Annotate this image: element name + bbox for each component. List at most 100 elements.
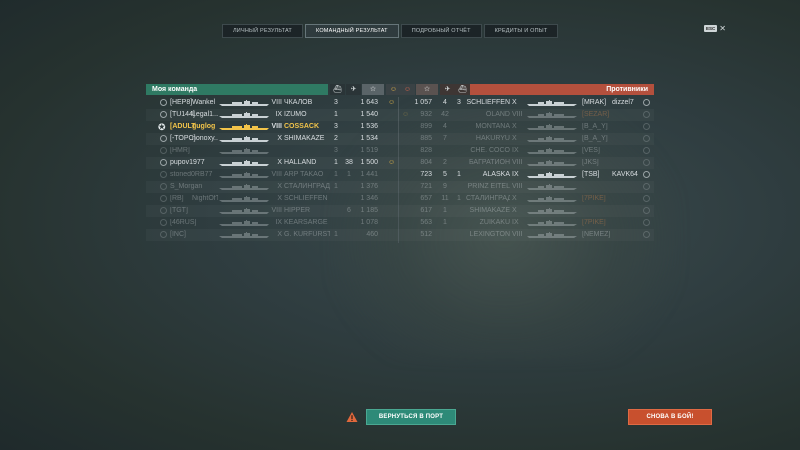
ship-silhouette-icon xyxy=(218,136,270,142)
ship-silhouette-icon xyxy=(218,124,270,130)
ship-name: HIPPER xyxy=(284,207,311,214)
table-row[interactable]: S_Morgan X СТАЛИНГРАД 1 1 376 721 9 PRINZ EITEL… xyxy=(146,181,654,193)
ship-tier: VIII xyxy=(271,123,282,130)
my-team-player[interactable]: [HEP8] Wankel VIII ЧКАЛОВ 3 1 643 ☺ xyxy=(146,97,398,109)
warning-icon xyxy=(346,412,358,422)
ships-destroyed: 1 xyxy=(334,231,338,238)
table-row[interactable]: [HEP8] Wankel VIII ЧКАЛОВ 3 1 643 ☺ 1 057 4 3 SCHL… xyxy=(146,97,654,109)
enemy-player[interactable]: 804 2 БАГРАТИОН VIII [JKS] xyxy=(400,157,654,169)
base-xp: 1 441 xyxy=(360,171,378,178)
table-row[interactable]: [TGT] VIII HIPPER 6 1 185 617 1 SHIMAKAZE X xyxy=(146,205,654,217)
base-xp: 899 xyxy=(420,123,432,130)
clan-tag: [NEMEZ] xyxy=(582,231,611,238)
clan-tag: [INC] xyxy=(170,231,186,238)
ship-tier: X xyxy=(277,231,282,238)
player-name: S_Morgan xyxy=(170,183,203,190)
close-button[interactable]: ESC ✕ xyxy=(704,24,726,33)
ship-tier: X xyxy=(512,135,517,142)
base-xp: 1 185 xyxy=(360,207,378,214)
ship-silhouette-icon xyxy=(218,208,270,214)
my-team-player[interactable]: S_Morgan X СТАЛИНГРАД 1 1 376 xyxy=(146,181,398,193)
ships-destroyed: 4 xyxy=(443,123,447,130)
rank-badge-icon xyxy=(160,183,167,190)
rank-badge-icon xyxy=(160,147,167,154)
rank-badge-icon xyxy=(643,135,650,142)
my-team-player[interactable]: [-TOPC] nonoxy... X SHIMAKAZE 2 1 534 xyxy=(146,133,398,145)
ships-destroyed: 1 xyxy=(334,111,338,118)
enemy-player[interactable]: 512 LEXINGTON VIII [NEMEZ] xyxy=(400,229,654,241)
my-team-header: Моя команда xyxy=(146,84,328,95)
enemy-player[interactable]: 617 1 SHIMAKAZE X xyxy=(400,205,654,217)
my-team-player[interactable]: ✪ [ADULT] guglog VIII COSSACK 3 1 536 xyxy=(146,121,398,133)
base-xp: 657 xyxy=(420,195,432,202)
ships-destroyed: 1 xyxy=(443,207,447,214)
ship-silhouette-icon xyxy=(218,112,270,118)
base-xp-star-icon: ☆ xyxy=(362,84,384,95)
enemy-player[interactable]: 899 4 MONTANA X [B_A_Y] xyxy=(400,121,654,133)
table-row[interactable]: [-TOPC] nonoxy... X SHIMAKAZE 2 1 534 885 7 HAKU… xyxy=(146,133,654,145)
ship-silhouette-icon xyxy=(526,136,578,142)
tab-credits-xp[interactable]: КРЕДИТЫ И ОПЫТ xyxy=(483,24,559,38)
table-row[interactable]: pupov1977 X HALLAND 1 38 1 500 ☺ 804 2 БАГРАТИОН V… xyxy=(146,157,654,169)
rank-badge-icon xyxy=(160,135,167,142)
enemy-player[interactable]: 828 CHE. COCO IX [VES] xyxy=(400,145,654,157)
ship-name: G. KURFÜRST xyxy=(284,231,330,238)
ships-destroyed: 11 xyxy=(441,195,449,202)
ship-silhouette-icon xyxy=(526,208,578,214)
ships-destroyed: 1 xyxy=(334,183,338,190)
back-to-port-button[interactable]: ВЕРНУТЬСЯ В ПОРТ xyxy=(366,409,456,425)
table-row[interactable]: ✪ [ADULT] guglog VIII COSSACK 3 1 536 899 4 MONTA… xyxy=(146,121,654,133)
ship-tier: VIII xyxy=(512,183,523,190)
tab-team-result[interactable]: КОМАНДНЫЙ РЕЗУЛЬТАТ xyxy=(304,24,399,38)
enemy-player[interactable]: 721 9 PRINZ EITEL VIII xyxy=(400,181,654,193)
base-xp: 828 xyxy=(420,147,432,154)
ship-name: PRINZ EITEL xyxy=(467,183,510,190)
my-team-player[interactable]: [INC] X G. KURFÜRST 1 460 xyxy=(146,229,398,241)
rank-badge-icon xyxy=(643,195,650,202)
tab-personal-result[interactable]: ЛИЧНЫЙ РЕЗУЛЬТАТ xyxy=(222,24,303,38)
rank-badge-icon xyxy=(160,231,167,238)
player-name: nonoxy... xyxy=(192,135,218,142)
ship-name: HALLAND xyxy=(284,159,317,166)
ships-destroyed: 42 xyxy=(441,111,449,118)
ship-tier: IX xyxy=(512,219,519,226)
my-team-player[interactable]: [46RUS] IX KEARSARGE 1 078 xyxy=(146,217,398,229)
clan-tag: [B_A_Y] xyxy=(582,123,608,130)
ship-name: ARP TAKAO xyxy=(284,171,324,178)
ship-tier: X xyxy=(277,183,282,190)
ship-silhouette-icon xyxy=(526,184,578,190)
my-team-player[interactable]: [HMR] 3 1 519 xyxy=(146,145,398,157)
ship-tier: IX xyxy=(512,171,519,178)
enemy-player[interactable]: 563 1 ZUIKAKU IX [7PIKE] xyxy=(400,217,654,229)
table-row[interactable]: [HMR] 3 1 519 828 CHE. COCO IX [VES] xyxy=(146,145,654,157)
rank-badge-icon xyxy=(643,219,650,226)
enemy-player[interactable]: 885 7 HAKURYU X [B_A_Y] xyxy=(400,133,654,145)
ship-silhouette-icon xyxy=(218,220,270,226)
table-row[interactable]: [RB]NightOfTheXSCHLIEFFEN1 346657111СТАЛ… xyxy=(146,193,654,205)
enemy-player[interactable]: 723 5 1 ALASKA IX [TSB] KAVK64 xyxy=(400,169,654,181)
ship-name: KEARSARGE xyxy=(284,219,328,226)
ships-destroyed: 9 xyxy=(443,183,447,190)
enemy-player[interactable]: 1 057 4 3 SCHLIEFFEN X [MRAK] dizzel7 xyxy=(400,97,654,109)
enemy-player[interactable]: 657 11 1 СТАЛИНГРАД X [7PIKE] xyxy=(400,193,654,205)
ship-silhouette-icon xyxy=(526,160,578,166)
table-row[interactable]: [INC] X G. KURFÜRST 1 460 512 LEXINGTON VIII [NE… xyxy=(146,229,654,241)
my-team-player[interactable]: pupov1977 X HALLAND 1 38 1 500 ☺ xyxy=(146,157,398,169)
medal-icon: ☺ xyxy=(388,99,396,106)
ships-destroyed-icon: ⛴ xyxy=(330,84,345,95)
my-team-player[interactable]: [RB]NightOfTheXSCHLIEFFEN1 346 xyxy=(146,193,398,205)
ships-destroyed: 2 xyxy=(443,159,447,166)
my-team-player[interactable]: [TU144] Legal1... IX IZUMO 1 1 540 xyxy=(146,109,398,121)
table-row[interactable]: [TU144] Legal1... IX IZUMO 1 1 540 ☺ 932 42 ÖLAND… xyxy=(146,109,654,121)
table-row[interactable]: [46RUS] IX KEARSARGE 1 078 563 1 ZUIKAKU IX [7PI… xyxy=(146,217,654,229)
ship-silhouette-icon xyxy=(526,148,578,154)
battle-again-button[interactable]: СНОВА В БОЙ! xyxy=(628,409,712,425)
my-team-player[interactable]: [TGT] VIII HIPPER 6 1 185 xyxy=(146,205,398,217)
ship-silhouette-icon xyxy=(218,232,270,238)
rank-badge-icon xyxy=(160,195,167,202)
table-row[interactable]: stoned0RB77 VIII ARP TAKAO 1 1 1 441 723 5 1 ALAS… xyxy=(146,169,654,181)
my-team-player[interactable]: stoned0RB77 VIII ARP TAKAO 1 1 1 441 xyxy=(146,169,398,181)
enemy-player[interactable]: ☺ 932 42 ÖLAND VIII [SEZAR] xyxy=(400,109,654,121)
ship-name: COSSACK xyxy=(284,123,320,130)
tab-detailed-report[interactable]: ПОДРОБНЫЙ ОТЧЁТ xyxy=(400,24,482,38)
